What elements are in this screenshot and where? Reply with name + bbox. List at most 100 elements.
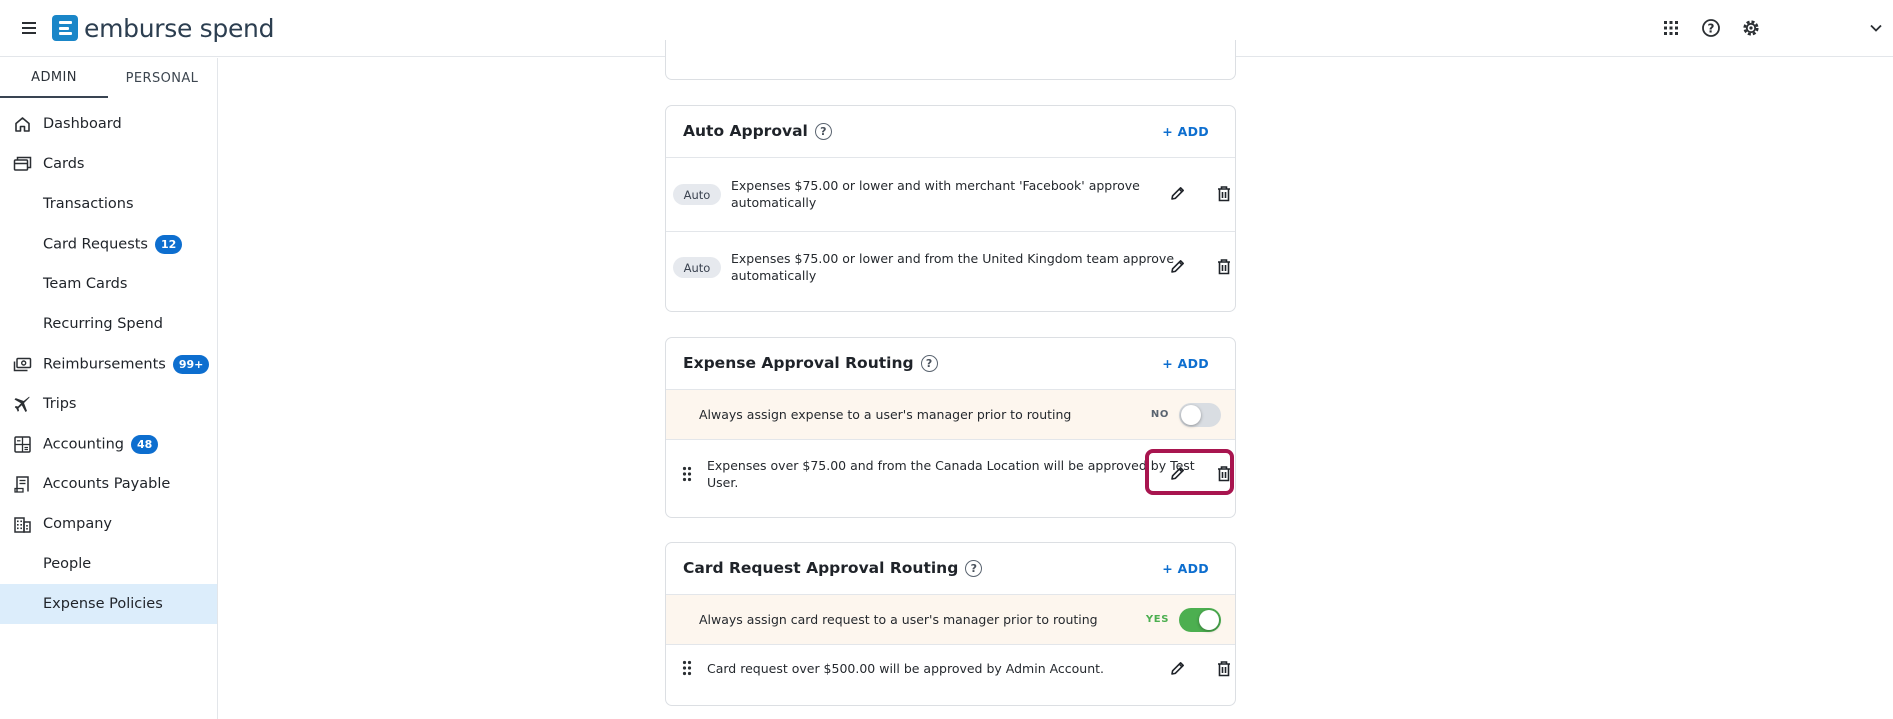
airplane-icon [14, 396, 30, 412]
pencil-icon [1170, 259, 1184, 273]
section-title-text: Auto Approval [683, 122, 808, 140]
manager-toggle-row: Always assign expense to a user's manage… [666, 390, 1235, 440]
invoice-icon [14, 476, 29, 493]
edit-button[interactable] [1164, 460, 1190, 486]
auto-pill: Auto [673, 257, 721, 278]
list-item: Card request over $500.00 will be approv… [666, 645, 1235, 705]
help-icon[interactable]: ? [920, 354, 938, 372]
delete-button[interactable] [1211, 655, 1237, 681]
sidebar-item-reimbursements[interactable]: Reimbursements 99+ [0, 344, 217, 384]
sidebar: ADMIN PERSONAL Dashboard Cards Transacti… [0, 58, 218, 719]
delete-button[interactable] [1211, 460, 1237, 486]
card-header: Expense Approval Routing ? + ADD [666, 338, 1235, 390]
chevron-down-icon[interactable] [1864, 16, 1888, 40]
card-header: Card Request Approval Routing ? + ADD [666, 543, 1235, 595]
delete-button[interactable] [1211, 180, 1237, 206]
sidebar-item-label: Recurring Spend [43, 316, 163, 332]
toggle-state-label: YES [1145, 614, 1169, 625]
sidebar-item-label: Transactions [43, 196, 134, 212]
logo[interactable]: emburse spend [52, 13, 274, 43]
trash-icon [1218, 660, 1230, 676]
sidebar-item-label: Accounting 48 [43, 434, 159, 454]
sidebar-item-label: Card Requests 12 [43, 234, 183, 254]
svg-text:?: ? [1708, 22, 1715, 36]
drag-handle-icon[interactable] [682, 466, 692, 482]
toggle-knob [1199, 610, 1219, 630]
rule-text-line: Expenses $75.00 or lower and from the Un… [731, 251, 1175, 266]
count-badge: 12 [154, 234, 183, 254]
sidebar-item-text: Card Requests [43, 236, 148, 252]
count-badge: 48 [130, 434, 159, 454]
section-title: Auto Approval ? [683, 122, 832, 140]
sidebar-item-people[interactable]: People [0, 544, 217, 584]
tab-admin[interactable]: ADMIN [0, 58, 108, 98]
manager-assignment-toggle[interactable] [1179, 608, 1221, 632]
edit-button[interactable] [1164, 253, 1190, 279]
sidebar-item-accounts-payable[interactable]: Accounts Payable [0, 464, 217, 504]
add-card-request-routing-button[interactable]: + ADD [1162, 561, 1209, 576]
rule-text-line: User. [707, 475, 739, 490]
previous-section-card [665, 40, 1236, 80]
menu-icon[interactable] [18, 17, 40, 39]
sidebar-item-text: Reimbursements [43, 356, 166, 372]
trash-icon [1218, 185, 1230, 201]
rule-text-line: automatically [731, 268, 817, 283]
cards-icon [13, 156, 32, 171]
card-request-approval-routing-card: Card Request Approval Routing ? + ADD Al… [665, 542, 1236, 706]
sidebar-item-label: Trips [43, 396, 77, 412]
section-title-text: Card Request Approval Routing [683, 559, 959, 577]
section-title-text: Expense Approval Routing [683, 354, 914, 372]
sidebar-item-label: Reimbursements 99+ [43, 354, 210, 374]
calculator-icon [14, 436, 31, 453]
sidebar-tabs: ADMIN PERSONAL [0, 58, 217, 98]
rule-text-line: automatically [731, 195, 817, 210]
rule-text-line: Expenses $75.00 or lower and with mercha… [731, 178, 1140, 193]
sidebar-item-expense-policies[interactable]: Expense Policies [0, 584, 217, 624]
auto-approval-card: Auto Approval ? + ADD Auto Expenses $75.… [665, 105, 1236, 312]
delete-button[interactable] [1211, 253, 1237, 279]
toggle-text: Always assign card request to a user's m… [699, 612, 1098, 627]
toggle-text: Always assign expense to a user's manage… [699, 407, 1072, 422]
sidebar-item-label: Cards [43, 156, 85, 172]
sidebar-item-card-requests[interactable]: Card Requests 12 [0, 224, 217, 264]
pencil-icon [1170, 466, 1184, 480]
trash-icon [1218, 465, 1230, 481]
expense-approval-routing-card: Expense Approval Routing ? + ADD Always … [665, 337, 1236, 518]
sidebar-item-team-cards[interactable]: Team Cards [0, 264, 217, 304]
logo-text: emburse spend [84, 13, 275, 43]
sidebar-item-cards[interactable]: Cards [0, 144, 217, 184]
toggle-knob [1181, 405, 1201, 425]
sidebar-item-transactions[interactable]: Transactions [0, 184, 217, 224]
edit-button[interactable] [1164, 655, 1190, 681]
rule-text-line: Expenses over $75.00 and from the Canada… [707, 458, 1195, 473]
pencil-icon [1170, 186, 1184, 200]
list-item: Auto Expenses $75.00 or lower and with m… [666, 158, 1235, 232]
help-circle-icon[interactable]: ? [1699, 16, 1723, 40]
manager-toggle-row: Always assign card request to a user's m… [666, 595, 1235, 645]
help-icon[interactable]: ? [814, 122, 832, 140]
sidebar-item-accounting[interactable]: Accounting 48 [0, 424, 217, 464]
home-icon [15, 117, 30, 132]
edit-button[interactable] [1164, 180, 1190, 206]
sidebar-item-dashboard[interactable]: Dashboard [0, 104, 217, 144]
list-item: Auto Expenses $75.00 or lower and from t… [666, 232, 1235, 312]
money-icon [13, 357, 32, 372]
rule-text: Expenses $75.00 or lower and with mercha… [731, 177, 1140, 211]
sidebar-item-label: Dashboard [43, 116, 122, 132]
tab-personal[interactable]: PERSONAL [108, 58, 216, 98]
sidebar-item-recurring-spend[interactable]: Recurring Spend [0, 304, 217, 344]
help-icon[interactable]: ? [965, 559, 983, 577]
sidebar-item-company[interactable]: Company [0, 504, 217, 544]
apps-grid-icon[interactable] [1659, 16, 1683, 40]
rule-text: Expenses $75.00 or lower and from the Un… [731, 250, 1174, 284]
add-expense-routing-button[interactable]: + ADD [1162, 356, 1209, 371]
sidebar-item-trips[interactable]: Trips [0, 384, 217, 424]
trash-icon [1218, 258, 1230, 274]
gear-icon[interactable] [1739, 16, 1763, 40]
sidebar-item-label: Expense Policies [43, 596, 163, 612]
building-icon [14, 517, 31, 533]
drag-handle-icon[interactable] [682, 660, 692, 676]
add-auto-approval-button[interactable]: + ADD [1162, 124, 1209, 139]
manager-assignment-toggle[interactable] [1179, 403, 1221, 427]
rule-text: Expenses over $75.00 and from the Canada… [707, 457, 1195, 491]
